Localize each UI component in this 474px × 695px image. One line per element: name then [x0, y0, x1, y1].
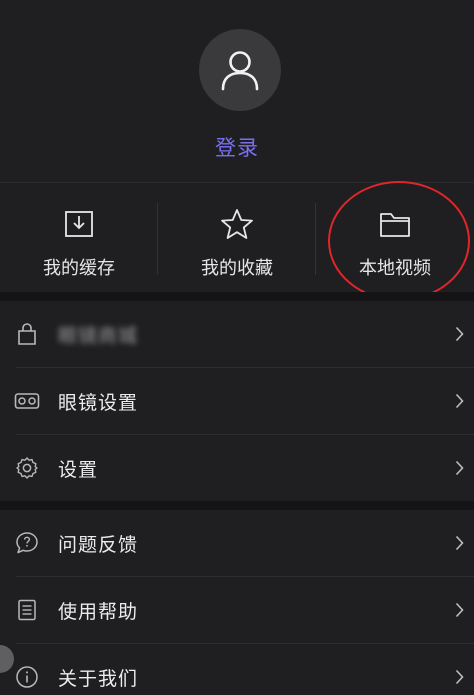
menu-label-about: 关于我们 — [58, 667, 139, 690]
menu-item-about[interactable]: 关于我们 — [0, 644, 474, 695]
section-gap — [0, 292, 474, 301]
folder-icon — [378, 207, 412, 241]
chevron-right-icon — [452, 392, 466, 410]
gear-icon — [14, 455, 40, 481]
menu-item-help[interactable]: 使用帮助 — [0, 577, 474, 643]
list-doc-icon — [14, 597, 40, 623]
menu-label-glasses-shop: 眼镜商城 — [58, 324, 139, 347]
avatar[interactable] — [199, 29, 281, 111]
profile-page: 登录 我的缓存 我的收藏 本地视频 眼镜商城 眼镜设置 设置 问题反馈 使用帮助… — [0, 0, 474, 695]
chevron-right-icon — [452, 534, 466, 552]
login-link[interactable]: 登录 — [0, 132, 474, 162]
shopping-bag-icon — [14, 321, 40, 347]
chevron-right-icon — [452, 601, 466, 619]
local-video-label: 本地视频 — [359, 258, 431, 279]
profile-header: 登录 — [0, 0, 474, 182]
menu-label-help: 使用帮助 — [58, 600, 139, 623]
menu-item-glasses-shop[interactable]: 眼镜商城 — [0, 301, 474, 367]
menu-item-glasses-settings[interactable]: 眼镜设置 — [0, 368, 474, 434]
star-icon — [220, 207, 254, 241]
question-bubble-icon — [14, 530, 40, 556]
menu-label-glasses-settings: 眼镜设置 — [58, 391, 139, 414]
download-tray-icon — [62, 207, 96, 241]
menu-label-feedback: 问题反馈 — [58, 533, 139, 556]
my-favorites-label: 我的收藏 — [201, 258, 273, 279]
chevron-right-icon — [452, 459, 466, 477]
my-favorites-button[interactable]: 我的收藏 — [158, 183, 316, 293]
quick-actions: 我的缓存 我的收藏 本地视频 — [0, 182, 474, 293]
chevron-right-icon — [452, 668, 466, 686]
local-video-button[interactable]: 本地视频 — [316, 183, 474, 293]
my-cache-button[interactable]: 我的缓存 — [0, 183, 158, 293]
vr-glasses-icon — [14, 388, 40, 414]
menu-label-settings: 设置 — [58, 458, 99, 481]
chevron-right-icon — [452, 325, 466, 343]
info-icon — [14, 664, 40, 690]
menu-item-settings[interactable]: 设置 — [0, 435, 474, 501]
user-icon — [221, 51, 259, 91]
section-gap — [0, 501, 474, 510]
menu-item-feedback[interactable]: 问题反馈 — [0, 510, 474, 576]
my-cache-label: 我的缓存 — [43, 258, 115, 279]
